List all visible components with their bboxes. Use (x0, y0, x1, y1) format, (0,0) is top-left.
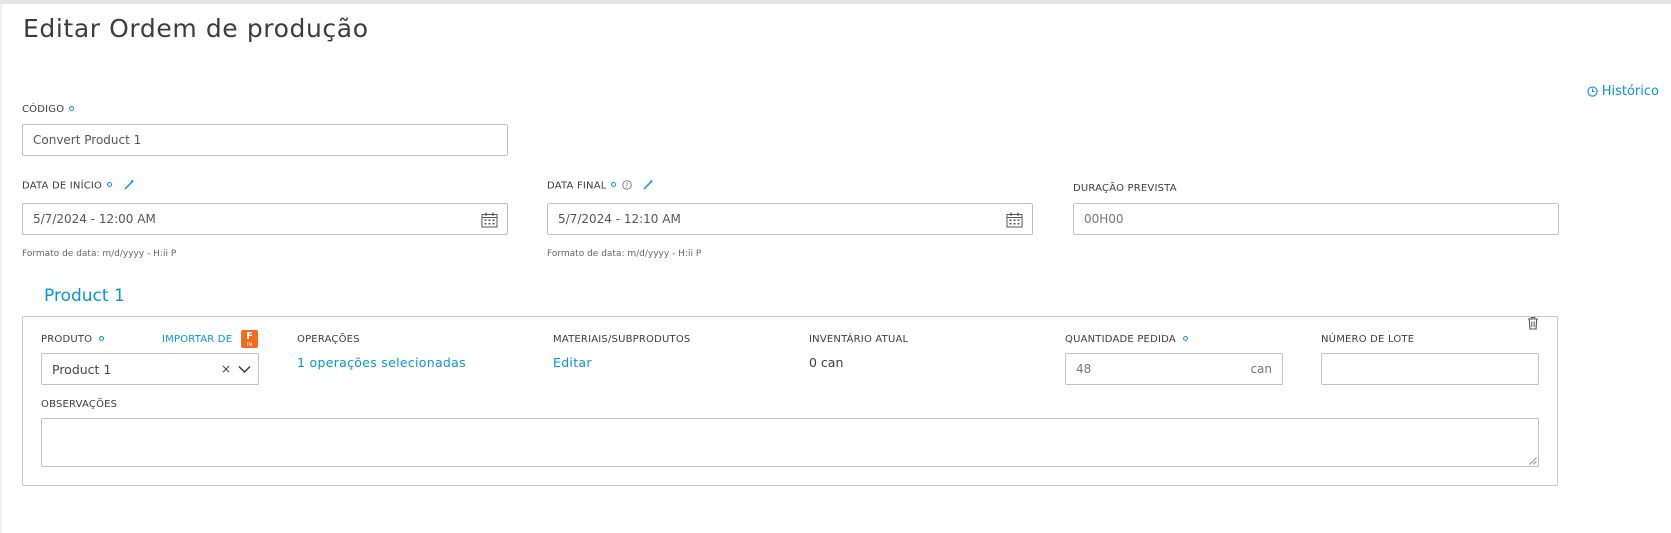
svg-text:?: ? (625, 181, 629, 189)
start-date-value: 5/7/2024 - 12:00 AM (33, 212, 156, 226)
clock-icon (1587, 86, 1598, 97)
duration-label: DURAÇÃO PREVISTA (1073, 183, 1177, 194)
required-dot-icon (69, 105, 75, 111)
trash-icon[interactable] (1527, 316, 1539, 330)
product-block-title: Product 1 (42, 286, 128, 306)
magic-wand-icon[interactable] (643, 179, 654, 190)
code-input-value: Convert Product 1 (33, 133, 142, 147)
fusion-badge-subtext: FM (246, 342, 253, 347)
end-date-hint: Formato de data: m/d/yyyy - H:ii P (547, 249, 702, 259)
operations-label: OPERAÇÕES (297, 334, 360, 345)
help-icon[interactable]: ? (622, 179, 632, 190)
product-select[interactable]: Product 1 × (41, 353, 259, 385)
code-input[interactable]: Convert Product 1 (22, 124, 508, 156)
end-date-label-text: DATA FINAL (547, 180, 607, 192)
top-border (0, 0, 1671, 4)
start-date-label-text: DATA DE INÍCIO (22, 180, 103, 192)
calendar-icon[interactable] (1006, 212, 1023, 228)
calendar-icon[interactable] (481, 212, 498, 228)
clear-icon[interactable]: × (221, 362, 231, 376)
duration-value: 00H00 (1084, 212, 1124, 226)
end-date-value: 5/7/2024 - 12:10 AM (558, 212, 681, 226)
end-date-label: DATA FINAL ? (547, 179, 654, 192)
materials-label: MATERIAIS/SUBPRODUTOS (553, 334, 691, 345)
quantity-input[interactable]: 48 can (1065, 353, 1283, 385)
quantity-value: 48 (1076, 362, 1092, 376)
left-border (0, 4, 2, 533)
operations-link[interactable]: 1 operações selecionadas (297, 355, 466, 370)
required-dot-icon (107, 182, 113, 187)
chevron-down-icon[interactable] (238, 365, 251, 374)
page-title: Editar Ordem de produção (23, 14, 369, 43)
quantity-unit: can (1250, 362, 1272, 376)
magic-wand-icon[interactable] (124, 179, 135, 190)
product-label-text: PRODUTO (41, 334, 93, 345)
quantity-label-text: QUANTIDADE PEDIDA (1065, 334, 1176, 345)
import-from-link[interactable]: IMPORTAR DE (162, 334, 232, 345)
lot-number-label: NÚMERO DE LOTE (1321, 334, 1415, 345)
start-date-hint: Formato de data: m/d/yyyy - H:ii P (22, 249, 177, 259)
code-label: CÓDIGO (22, 104, 75, 115)
resize-grip-icon[interactable] (1528, 456, 1537, 465)
required-dot-icon (99, 335, 105, 341)
quantity-label: QUANTIDADE PEDIDA (1065, 334, 1188, 345)
history-link-label: Histórico (1601, 84, 1659, 99)
history-link[interactable]: Histórico (1587, 84, 1659, 99)
duration-input[interactable]: 00H00 (1073, 203, 1559, 235)
inventory-label: INVENTÁRIO ATUAL (809, 334, 909, 345)
end-date-input[interactable]: 5/7/2024 - 12:10 AM (547, 203, 1033, 235)
required-dot-icon (1182, 335, 1188, 341)
code-label-text: CÓDIGO (22, 104, 65, 115)
inventory-value: 0 can (809, 355, 844, 370)
notes-label: OBSERVAÇÕES (41, 399, 118, 410)
required-dot-icon (610, 182, 616, 187)
product-select-value: Product 1 (52, 361, 112, 377)
start-date-label: DATA DE INÍCIO (22, 179, 135, 192)
materials-edit-link[interactable]: Editar (553, 355, 592, 370)
fusion-import-badge-icon[interactable]: F FM (241, 330, 258, 348)
notes-textarea[interactable] (41, 418, 1539, 467)
lot-number-input[interactable] (1321, 353, 1539, 385)
start-date-input[interactable]: 5/7/2024 - 12:00 AM (22, 203, 508, 235)
product-label: PRODUTO (41, 334, 105, 345)
fusion-badge-letter: F (246, 331, 253, 342)
